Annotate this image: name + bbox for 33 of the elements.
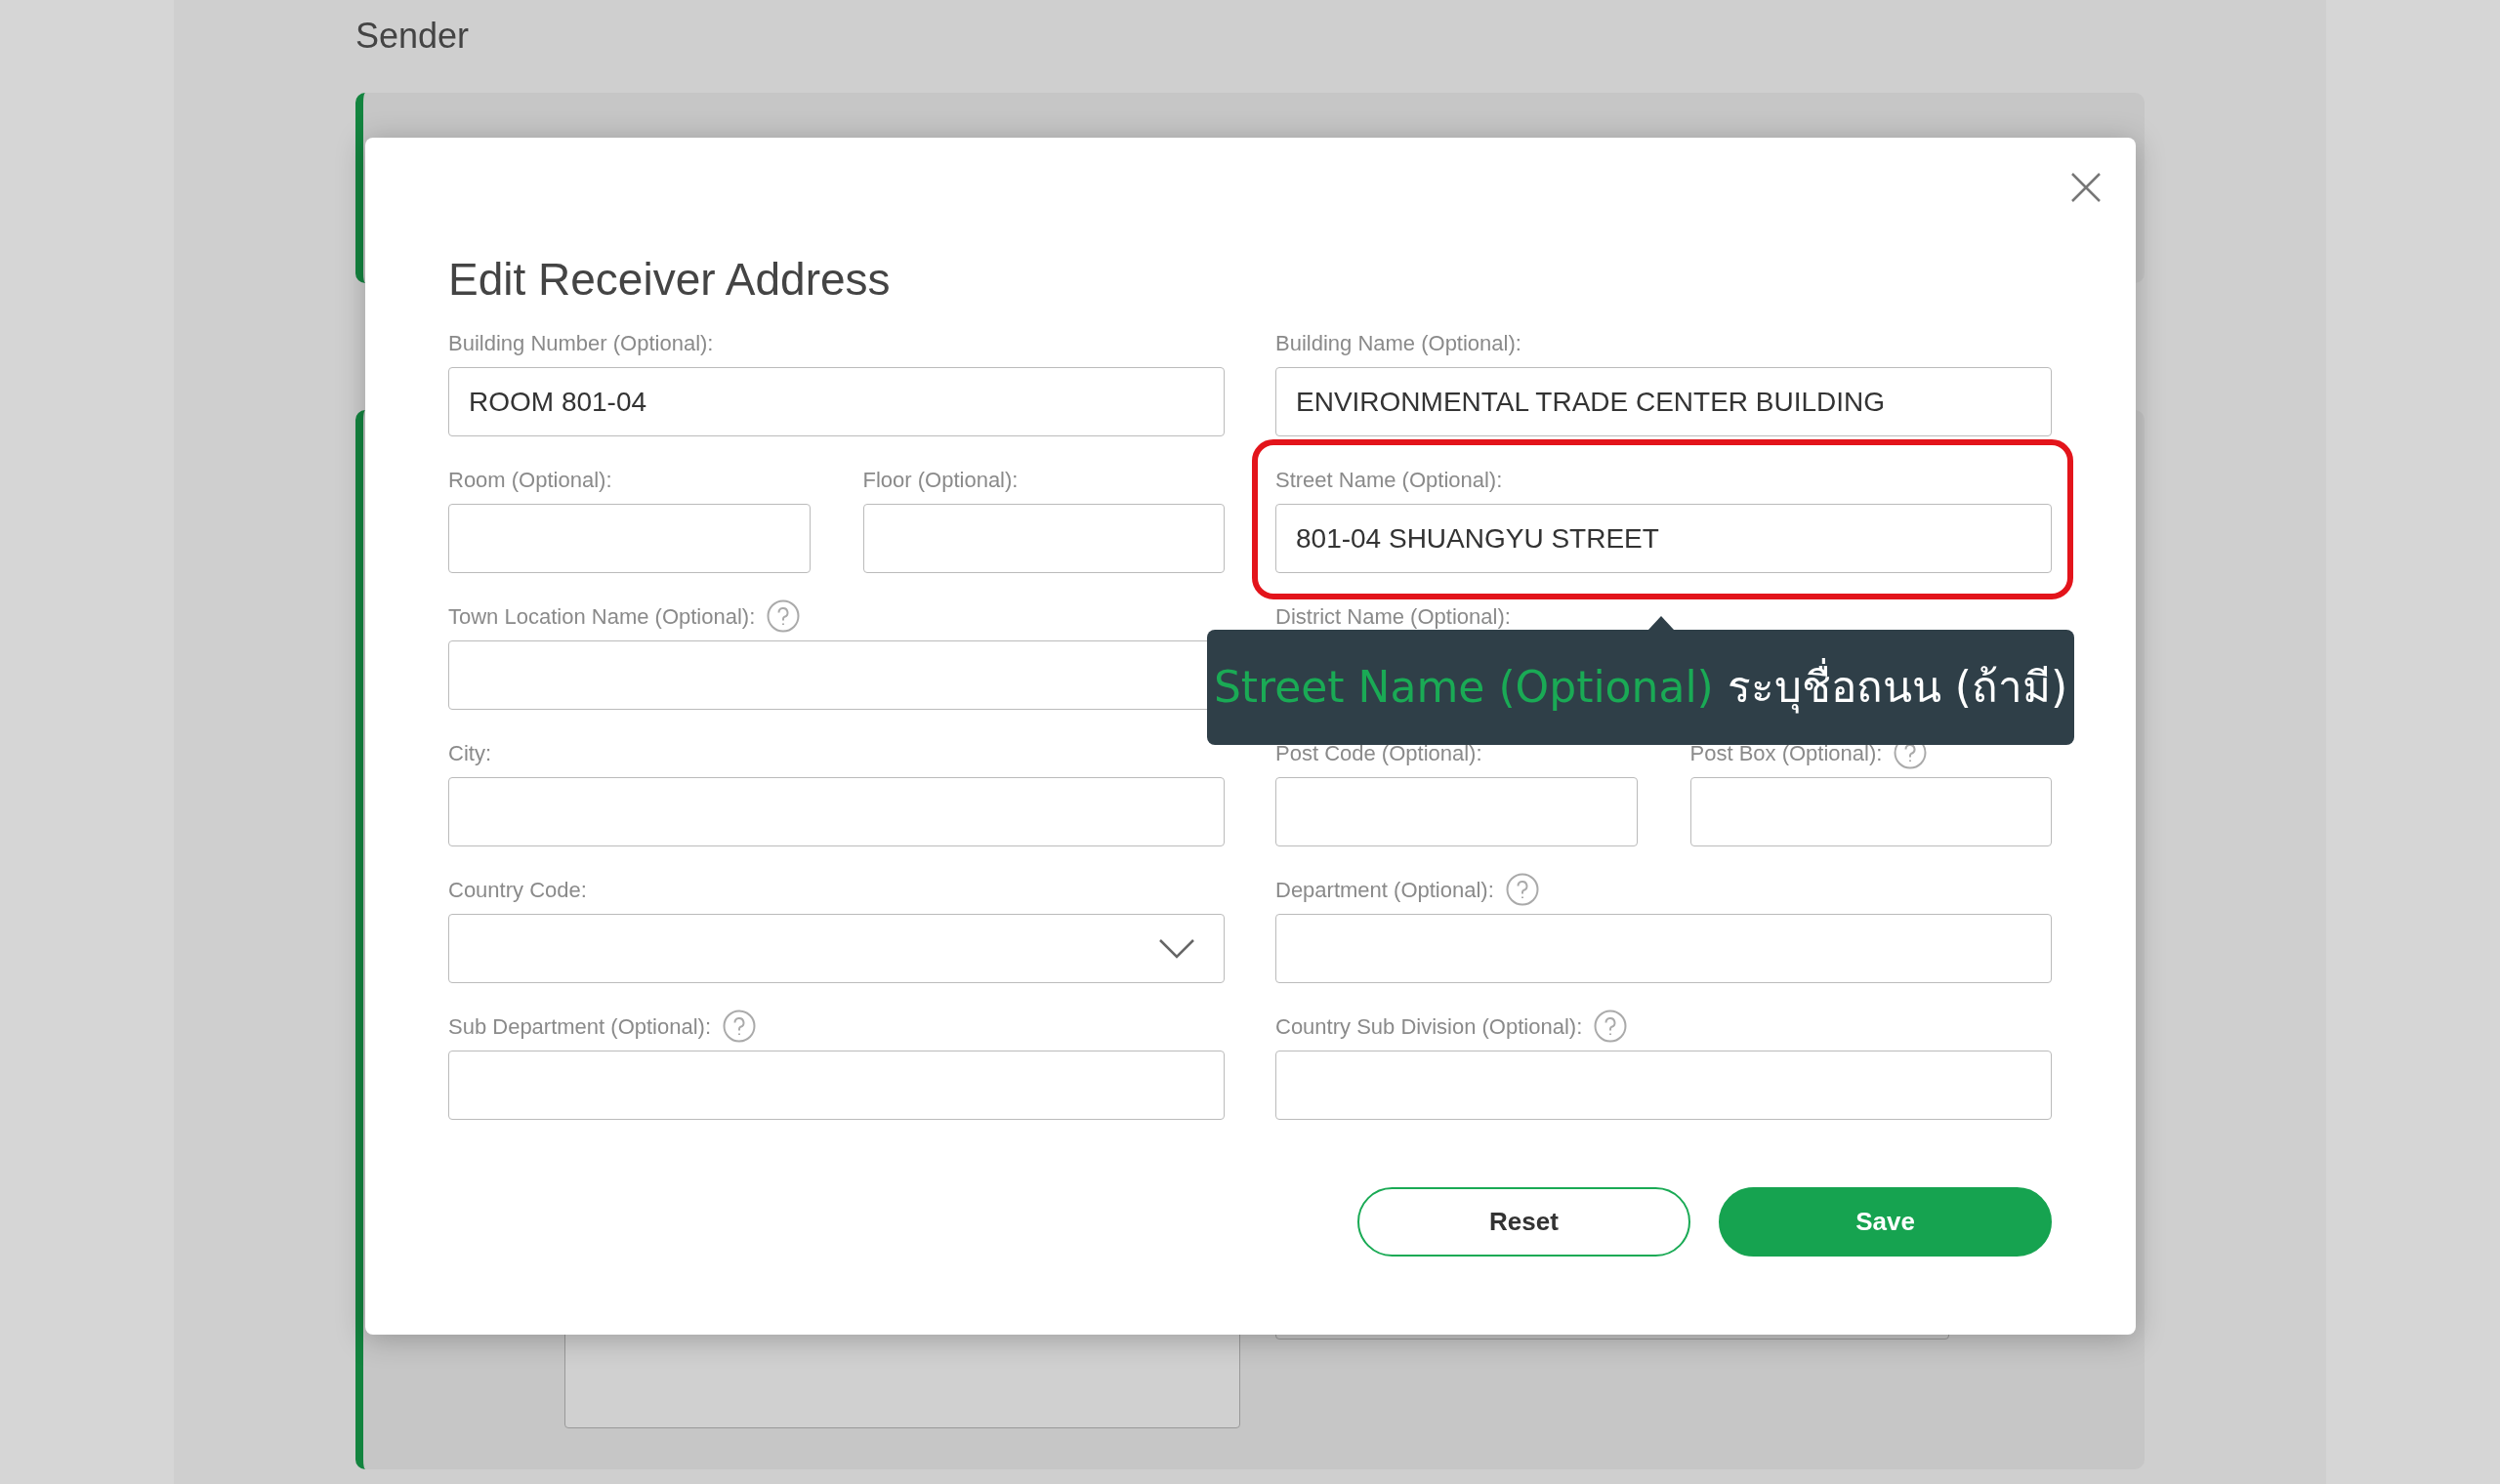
- field-label: Street Name (Optional):: [1275, 466, 1503, 494]
- field-label: Country Sub Division (Optional):: [1275, 1012, 1583, 1041]
- field-label: Sub Department (Optional):: [448, 1012, 712, 1041]
- field-label: Country Code:: [448, 876, 587, 904]
- input-field[interactable]: [1275, 1051, 2052, 1120]
- field-label: Building Name (Optional):: [1275, 329, 1521, 357]
- field-label: Post Code (Optional):: [1275, 739, 1482, 767]
- input-field[interactable]: [448, 1051, 1225, 1120]
- input-field[interactable]: 801-04 SHUANGYU STREET: [1275, 504, 2052, 573]
- input-field[interactable]: ENVIRONMENTAL TRADE CENTER BUILDING: [1275, 367, 2052, 436]
- dropdown[interactable]: [448, 914, 1225, 983]
- input-field[interactable]: [862, 504, 1225, 573]
- input-field[interactable]: [1689, 777, 2052, 846]
- page-heading: Sender: [355, 16, 470, 56]
- field-label: Room (Optional):: [448, 466, 612, 494]
- dialog-title: Edit Receiver Address: [448, 253, 892, 307]
- chevron-down-icon: [1159, 938, 1194, 959]
- field-label: Building Number (Optional):: [448, 329, 714, 357]
- close-icon: [2070, 172, 2102, 203]
- input-field[interactable]: [1275, 777, 1638, 846]
- field-label: Post Box (Optional):: [1689, 739, 1883, 767]
- reset-button[interactable]: Reset: [1357, 1187, 1690, 1257]
- tooltip-text: Street Name (Optional) ระบุชื่อถนน (ถ้ามี): [1213, 655, 2068, 720]
- field-label: Town Location Name (Optional):: [448, 602, 756, 631]
- field-label: City:: [448, 739, 491, 767]
- input-field[interactable]: [1275, 914, 2052, 983]
- input-field[interactable]: ROOM 801-04: [448, 367, 1225, 436]
- input-field[interactable]: [448, 504, 811, 573]
- field-label: Floor (Optional):: [862, 466, 1019, 494]
- close-button[interactable]: [2070, 172, 2102, 203]
- field-label: District Name (Optional):: [1275, 602, 1511, 631]
- field-label: Department (Optional):: [1275, 876, 1494, 904]
- input-field[interactable]: [448, 777, 1225, 846]
